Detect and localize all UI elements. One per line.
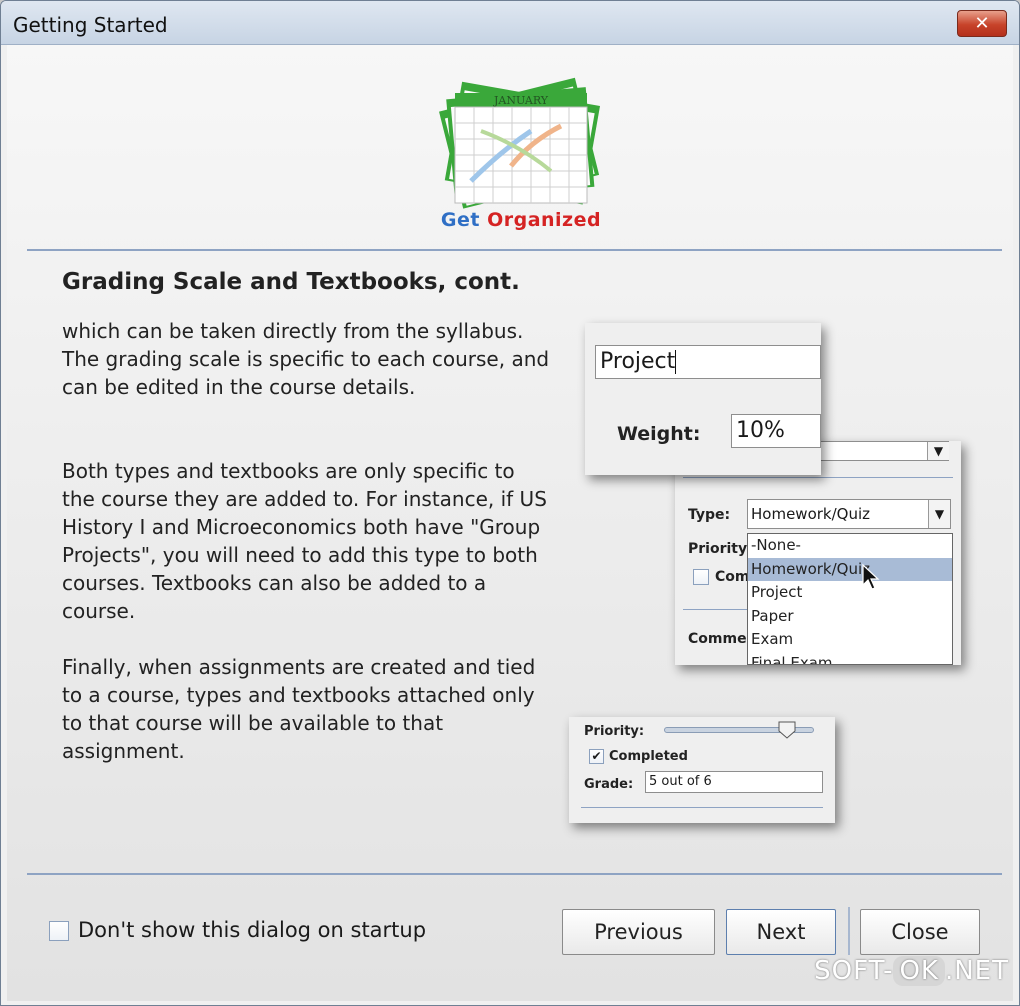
title-bar: Getting Started ✕ (1, 1, 1019, 45)
logo-calendar-month: JANUARY (493, 94, 549, 107)
priority-grade-screenshot: Priority: ✔ Completed Grade: 5 out of 6 (569, 717, 835, 823)
logo-word-get: Get (440, 209, 480, 231)
completed-checkbox-partial (693, 569, 709, 585)
priority-slider-thumb (778, 721, 796, 739)
type-option-final-exam: Final Exam (751, 653, 833, 665)
watermark-part-2: OK (893, 956, 945, 986)
dialog-content: JANUARY Get Organized Grading Scale and … (7, 45, 1013, 1001)
next-button[interactable]: Next (726, 909, 836, 955)
footer-divider (27, 873, 1002, 875)
paragraph-3: Finally, when assignments are created an… (62, 655, 536, 763)
completed-label-partial: Com (715, 569, 750, 585)
card3-divider (581, 807, 823, 808)
button-separator (848, 907, 850, 955)
priority-label: Priority: (584, 724, 645, 739)
close-button[interactable]: Close (860, 909, 980, 955)
priority-label-partial: Priority (688, 541, 748, 557)
chevron-down-icon: ▼ (927, 442, 949, 460)
weight-value: 10% (736, 418, 785, 443)
weight-label: Weight: (617, 423, 701, 445)
dont-show-label[interactable]: Don't show this dialog on startup (78, 918, 426, 942)
dont-show-checkbox[interactable] (49, 921, 69, 941)
project-weight-screenshot: Project Weight: 10% (585, 323, 821, 475)
window-title: Getting Started (13, 13, 168, 37)
watermark-part-1: SOFT- (814, 956, 894, 986)
type-option-homework-quiz: Homework/Quiz (748, 557, 952, 581)
grade-field: 5 out of 6 (645, 771, 823, 793)
type-option-paper: Paper (751, 606, 794, 625)
type-options-list: -None- Homework/Quiz Project Paper Exam … (747, 533, 953, 665)
section-heading: Grading Scale and Textbooks, cont. (62, 269, 520, 295)
text-caret (675, 350, 677, 374)
type-option-none: -None- (751, 536, 801, 554)
project-name-value: Project (600, 349, 676, 374)
previous-button[interactable]: Previous (562, 909, 715, 955)
type-option-exam: Exam (751, 630, 794, 648)
chevron-down-icon: ▼ (928, 500, 950, 528)
completed-checkbox: ✔ (589, 749, 604, 764)
mouse-cursor-icon (862, 563, 880, 590)
grade-label: Grade: (584, 777, 634, 792)
type-option-project: Project (751, 583, 803, 601)
watermark-text: SOFT- OK .NET (814, 956, 1009, 986)
logo-word-organized: Organized (487, 209, 602, 231)
type-label: Type: (688, 507, 731, 523)
window-close-button[interactable]: ✕ (957, 10, 1007, 37)
completed-label: Completed (609, 749, 688, 764)
card2-divider-top (683, 477, 953, 478)
getting-started-window: Getting Started ✕ JANUARY Get Organized … (0, 0, 1020, 1006)
project-name-field: Project (595, 345, 821, 379)
paragraph-1: which can be taken directly from the syl… (62, 319, 550, 399)
logo-wordmark: Get Organized (431, 209, 611, 231)
type-select-value: Homework/Quiz (751, 505, 871, 523)
comments-label-partial: Comme (688, 631, 747, 647)
paragraph-2: Both types and textbooks are only specif… (62, 459, 547, 623)
header-divider (27, 249, 1002, 251)
weight-field: 10% (731, 414, 821, 448)
watermark-part-3: .NET (944, 956, 1009, 986)
type-select: Homework/Quiz (747, 499, 951, 529)
grade-value: 5 out of 6 (649, 774, 712, 789)
